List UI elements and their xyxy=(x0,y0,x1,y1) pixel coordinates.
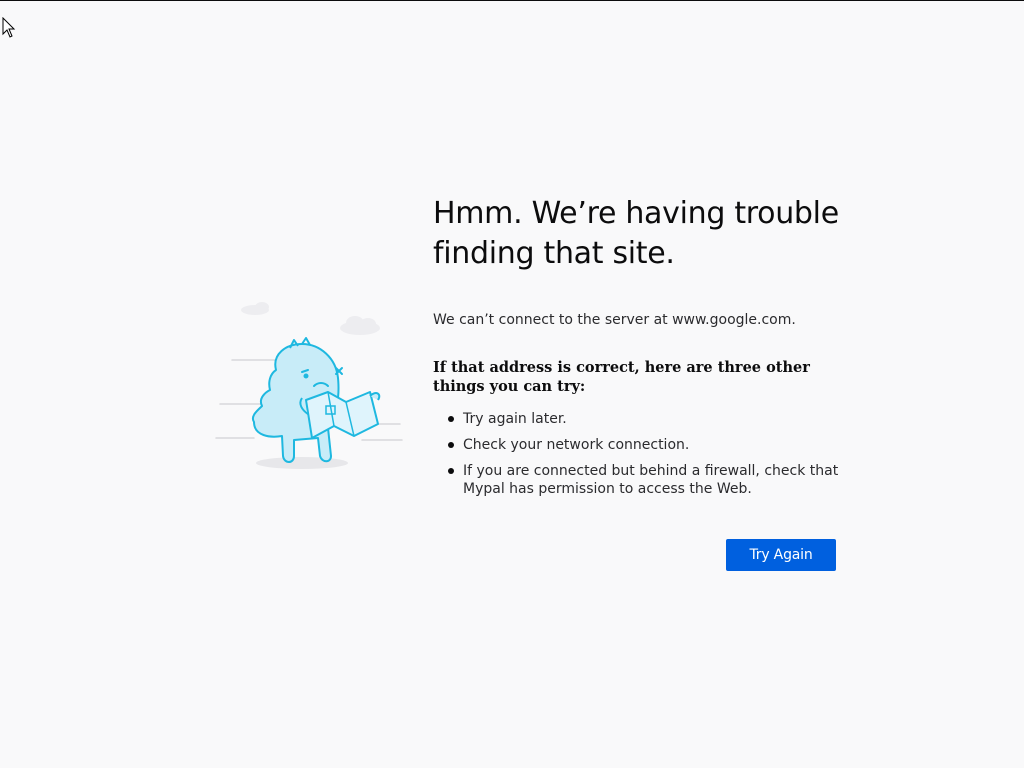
mouse-pointer-icon xyxy=(2,17,16,38)
bullet-icon xyxy=(448,442,454,448)
error-description: We can’t connect to the server at www.go… xyxy=(433,312,796,328)
bullet-icon xyxy=(448,468,454,474)
suggestion-item: Try again later. xyxy=(448,410,843,428)
suggestion-text: Try again later. xyxy=(463,411,567,427)
suggestion-item: If you are connected but behind a firewa… xyxy=(448,462,843,498)
error-content: Hmm. We’re having trouble finding that s… xyxy=(433,194,843,506)
button-row: Try Again xyxy=(726,539,836,571)
suggestion-text: Check your network connection. xyxy=(463,437,690,453)
try-again-button[interactable]: Try Again xyxy=(726,539,836,571)
window-top-border xyxy=(0,0,1024,1)
confused-monster-illustration xyxy=(215,302,403,469)
suggestions-heading: If that address is correct, here are thr… xyxy=(433,359,810,395)
suggestions-list: Try again later. Check your network conn… xyxy=(433,410,843,498)
error-title: Hmm. We’re having trouble finding that s… xyxy=(433,196,839,271)
suggestion-item: Check your network connection. xyxy=(448,436,843,454)
suggestion-text: If you are connected but behind a firewa… xyxy=(463,463,839,497)
bullet-icon xyxy=(448,416,454,422)
